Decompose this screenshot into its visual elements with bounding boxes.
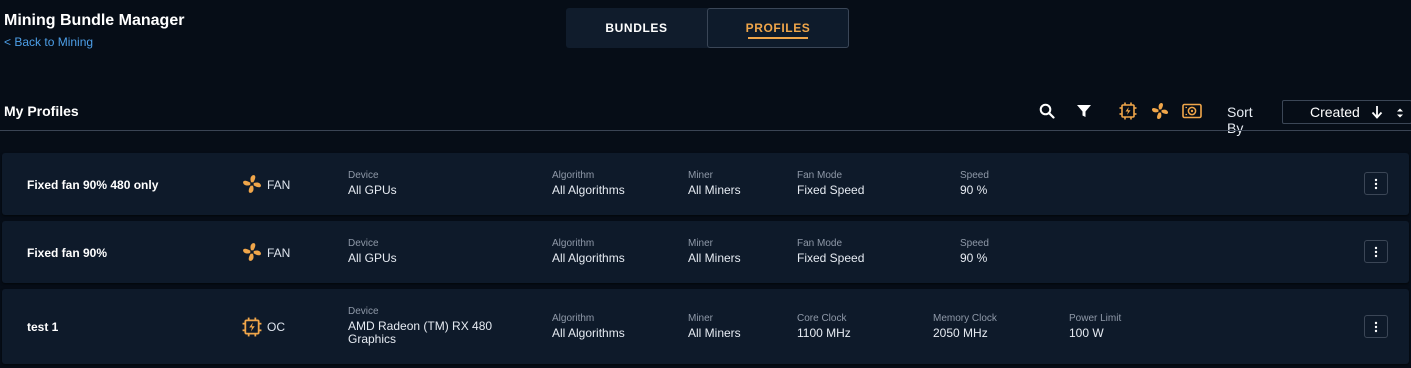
field-label: Fan Mode [797, 170, 843, 181]
gpu-card-icon[interactable] [1181, 100, 1203, 122]
row-menu-button[interactable] [1364, 315, 1388, 338]
sort-by-label: Sort By [1227, 104, 1253, 136]
field-value: AMD Radeon (TM) RX 480 Graphics [348, 319, 493, 346]
speed-field: Speed 90 % [960, 170, 1130, 197]
tab-profiles[interactable]: PROFILES [707, 8, 849, 48]
section-title: My Profiles [4, 103, 79, 119]
field-label: Fan Mode [797, 238, 843, 249]
fan-icon [242, 174, 262, 194]
field-label: Speed [960, 170, 989, 181]
fan-icon [242, 242, 262, 262]
speed-field: Speed 90 % [960, 238, 1130, 265]
row-menu-button[interactable] [1364, 172, 1388, 195]
more-vertical-icon [1374, 178, 1378, 189]
field-label: Device [348, 238, 379, 249]
device-field: Device AMD Radeon (TM) RX 480 Graphics [348, 306, 508, 346]
sort-value: Created [1310, 104, 1360, 120]
field-label: Speed [960, 238, 989, 249]
filter-icon[interactable] [1073, 100, 1095, 122]
profile-row[interactable]: Fixed fan 90% FAN Device All GPUs Algorit… [2, 221, 1409, 283]
back-to-mining-link[interactable]: < Back to Mining [4, 35, 93, 49]
sort-by-select[interactable]: Created [1282, 100, 1411, 124]
row-menu-button[interactable] [1364, 240, 1388, 263]
fan-icon[interactable] [1149, 100, 1171, 122]
field-label: Device [348, 170, 379, 181]
search-icon[interactable] [1036, 100, 1058, 122]
field-value: 100 W [1069, 326, 1104, 340]
more-vertical-icon [1374, 246, 1378, 257]
field-value: All GPUs [348, 183, 397, 197]
field-label: Power Limit [1069, 313, 1122, 324]
field-label: Device [348, 306, 379, 317]
profile-name: Fixed fan 90% [27, 246, 108, 260]
field-value: 90 % [960, 183, 988, 197]
device-field: Device All GPUs [348, 170, 518, 197]
device-field: Device All GPUs [348, 238, 518, 265]
tab-bar: BUNDLES PROFILES [566, 8, 849, 48]
sort-direction-arrow-icon[interactable] [1371, 105, 1383, 124]
more-vertical-icon [1374, 321, 1378, 332]
fan-mode-field: Fan Mode Fixed Speed [797, 238, 967, 265]
section-divider [0, 130, 1411, 131]
profile-name: test 1 [27, 320, 59, 334]
profile-name: Fixed fan 90% 480 only [27, 178, 159, 192]
profile-type-label: FAN [267, 178, 291, 192]
field-value: Fixed Speed [797, 251, 865, 265]
field-value: All GPUs [348, 251, 397, 265]
tab-bundles[interactable]: BUNDLES [566, 8, 707, 48]
profile-type-label: FAN [267, 246, 291, 260]
select-caret-icon [1396, 106, 1404, 124]
page-title: Mining Bundle Manager [4, 12, 185, 29]
profile-row[interactable]: test 1 OC Device AMD Radeon (TM) RX 480 G… [2, 289, 1409, 364]
field-value: Fixed Speed [797, 183, 865, 197]
profile-type-label: OC [267, 320, 285, 334]
oc-chip-icon[interactable] [1117, 100, 1139, 122]
fan-mode-field: Fan Mode Fixed Speed [797, 170, 967, 197]
power-limit-field: Power Limit 100 W [1069, 313, 1239, 340]
field-value: 90 % [960, 251, 988, 265]
oc-chip-icon [242, 317, 262, 337]
profile-row[interactable]: Fixed fan 90% 480 only FAN Device All GPU… [2, 153, 1409, 215]
